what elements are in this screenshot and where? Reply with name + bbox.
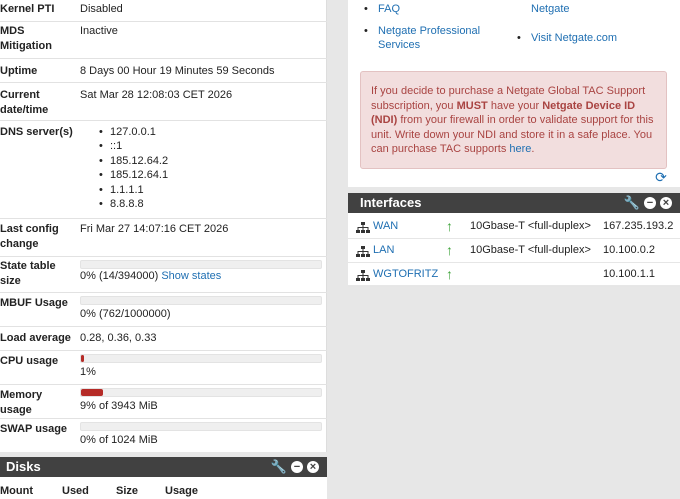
value: Fri Mar 27 14:07:16 CET 2026	[80, 223, 229, 235]
row-uptime: Uptime 8 Days 00 Hour 19 Minutes 59 Seco…	[0, 58, 327, 82]
cpu-bar	[80, 354, 322, 363]
network-icon	[356, 270, 370, 281]
state-table-bar	[80, 260, 322, 269]
interface-media: 10Gbase-T <full-duplex>	[470, 220, 591, 232]
dns-server: ::1	[80, 139, 168, 154]
purchase-here-link[interactable]: here	[509, 143, 531, 155]
wrench-icon[interactable]: 🔧	[624, 196, 640, 210]
wrench-icon[interactable]: 🔧	[271, 460, 287, 474]
arrow-up-icon: ↑	[446, 218, 453, 234]
value: 0.28, 0.36, 0.33	[80, 332, 157, 344]
label: CPU usage	[0, 355, 59, 367]
dns-server: 185.12.64.2	[80, 154, 168, 169]
close-icon[interactable]: ×	[307, 461, 319, 473]
label: MBUF Usage	[0, 297, 68, 309]
label: Uptime	[0, 65, 38, 77]
interface-name-link[interactable]: LAN	[373, 244, 394, 256]
network-icon	[356, 246, 370, 257]
label: State table size	[0, 260, 56, 287]
row-swap-usage: SWAP usage 0% of 1024 MiB	[0, 418, 327, 452]
row-last-config-change: Last config change Fri Mar 27 14:07:16 C…	[0, 218, 327, 256]
alert-emphasis: MUST	[456, 99, 488, 112]
row-current-datetime: Current date/time Sat Mar 28 12:08:03 CE…	[0, 82, 327, 120]
value: 0% (14/394000) Show states	[80, 269, 324, 284]
column-header-mount[interactable]: Mount	[0, 485, 33, 497]
label: Memory usage	[0, 389, 43, 416]
interface-ip: 10.100.1.1	[603, 268, 655, 280]
value: 9% of 3943 MiB	[80, 400, 158, 412]
dns-server: 8.8.8.8	[80, 197, 168, 212]
dns-server: 185.12.64.1	[80, 168, 168, 183]
faq-link[interactable]: FAQ	[364, 2, 400, 16]
value: 0% of 1024 MiB	[80, 434, 158, 446]
dns-server-list: 127.0.0.1 ::1 185.12.64.2 185.12.64.1 1.…	[80, 125, 168, 212]
show-states-link[interactable]: Show states	[161, 270, 221, 282]
value: Sat Mar 28 12:08:03 CET 2026	[80, 89, 233, 101]
netgate-services-panel: FAQ Netgate Netgate Professional Service…	[348, 0, 680, 187]
row-memory-usage: Memory usage 9% of 3943 MiB	[0, 384, 327, 418]
interface-row-wgtofritz: WGTOFRITZ ↑ 10.100.1.1	[348, 264, 680, 287]
row-dns-servers: DNS server(s) 127.0.0.1 ::1 185.12.64.2 …	[0, 120, 327, 218]
panel-tools: 🔧 − ×	[624, 196, 672, 210]
label: Load average	[0, 332, 71, 344]
column-header-size[interactable]: Size	[116, 485, 138, 497]
tac-support-alert: If you decide to purchase a Netgate Glob…	[360, 71, 667, 169]
interface-name-link[interactable]: WAN	[373, 220, 398, 232]
interfaces-panel-header: Interfaces 🔧 − ×	[348, 193, 680, 213]
dns-server: 1.1.1.1	[80, 183, 168, 198]
state-table-value: 0% (14/394000)	[80, 270, 159, 282]
interface-ip: 167.235.193.2	[603, 220, 674, 232]
dns-server: 127.0.0.1	[80, 125, 168, 140]
alert-text: have your	[487, 99, 543, 112]
column-header-used[interactable]: Used	[62, 485, 89, 497]
arrow-up-icon: ↑	[446, 266, 453, 282]
row-mbuf-usage: MBUF Usage 0% (762/1000000)	[0, 292, 327, 326]
row-mds-mitigation: MDS Mitigation Inactive	[0, 21, 327, 58]
professional-services-link[interactable]: Netgate Professional Services	[364, 24, 498, 52]
label: Current date/time	[0, 89, 49, 116]
interface-name-link[interactable]: WGTOFRITZ	[373, 268, 438, 280]
disks-panel-header: Disks 🔧 − ×	[0, 457, 327, 477]
row-cpu-usage: CPU usage 1%	[0, 350, 327, 384]
interface-row-wan: WAN ↑ 10Gbase-T <full-duplex> 167.235.19…	[348, 216, 680, 239]
system-information-panel: Kernel PTI Disabled MDS Mitigation Inact…	[0, 0, 327, 452]
memory-bar	[80, 388, 322, 397]
label: MDS Mitigation	[0, 25, 52, 52]
label: Kernel PTI	[0, 3, 55, 15]
value: Inactive	[80, 25, 118, 37]
panel-tools: 🔧 − ×	[271, 460, 319, 474]
alert-text: .	[531, 143, 535, 156]
minimize-icon[interactable]: −	[291, 461, 303, 473]
label: Last config change	[0, 223, 59, 250]
value: 0% (762/1000000)	[80, 308, 171, 320]
netgate-link[interactable]: Netgate	[531, 2, 570, 16]
arrow-up-icon: ↑	[446, 242, 453, 258]
row-state-table-size: State table size 0% (14/394000) Show sta…	[0, 256, 327, 292]
label: SWAP usage	[0, 423, 68, 435]
interface-ip: 10.100.0.2	[603, 244, 655, 256]
label: DNS server(s)	[0, 126, 73, 138]
column-header-usage[interactable]: Usage	[165, 485, 198, 497]
disks-panel: Disks 🔧 − × Mount Used Size Usage	[0, 457, 327, 499]
panel-title: Interfaces	[360, 195, 422, 210]
swap-bar	[80, 422, 322, 431]
interface-row-lan: LAN ↑ 10Gbase-T <full-duplex> 10.100.0.2	[348, 240, 680, 263]
value: Disabled	[80, 3, 123, 15]
network-icon	[356, 222, 370, 233]
refresh-icon[interactable]: ⟳	[654, 170, 668, 184]
panel-title: Disks	[6, 459, 41, 474]
row-kernel-pti: Kernel PTI Disabled	[0, 0, 327, 21]
value: 1%	[80, 366, 96, 378]
close-icon[interactable]: ×	[660, 197, 672, 209]
visit-netgate-link[interactable]: Visit Netgate.com	[517, 31, 617, 45]
minimize-icon[interactable]: −	[644, 197, 656, 209]
value: 8 Days 00 Hour 19 Minutes 59 Seconds	[80, 65, 275, 77]
row-load-average: Load average 0.28, 0.36, 0.33	[0, 326, 327, 350]
mbuf-bar	[80, 296, 322, 305]
interface-media: 10Gbase-T <full-duplex>	[470, 244, 591, 256]
bar-fill	[81, 389, 103, 396]
interfaces-panel: Interfaces 🔧 − × WAN ↑ 10Gbase-T <full-d…	[348, 193, 680, 287]
bar-fill	[81, 355, 84, 362]
